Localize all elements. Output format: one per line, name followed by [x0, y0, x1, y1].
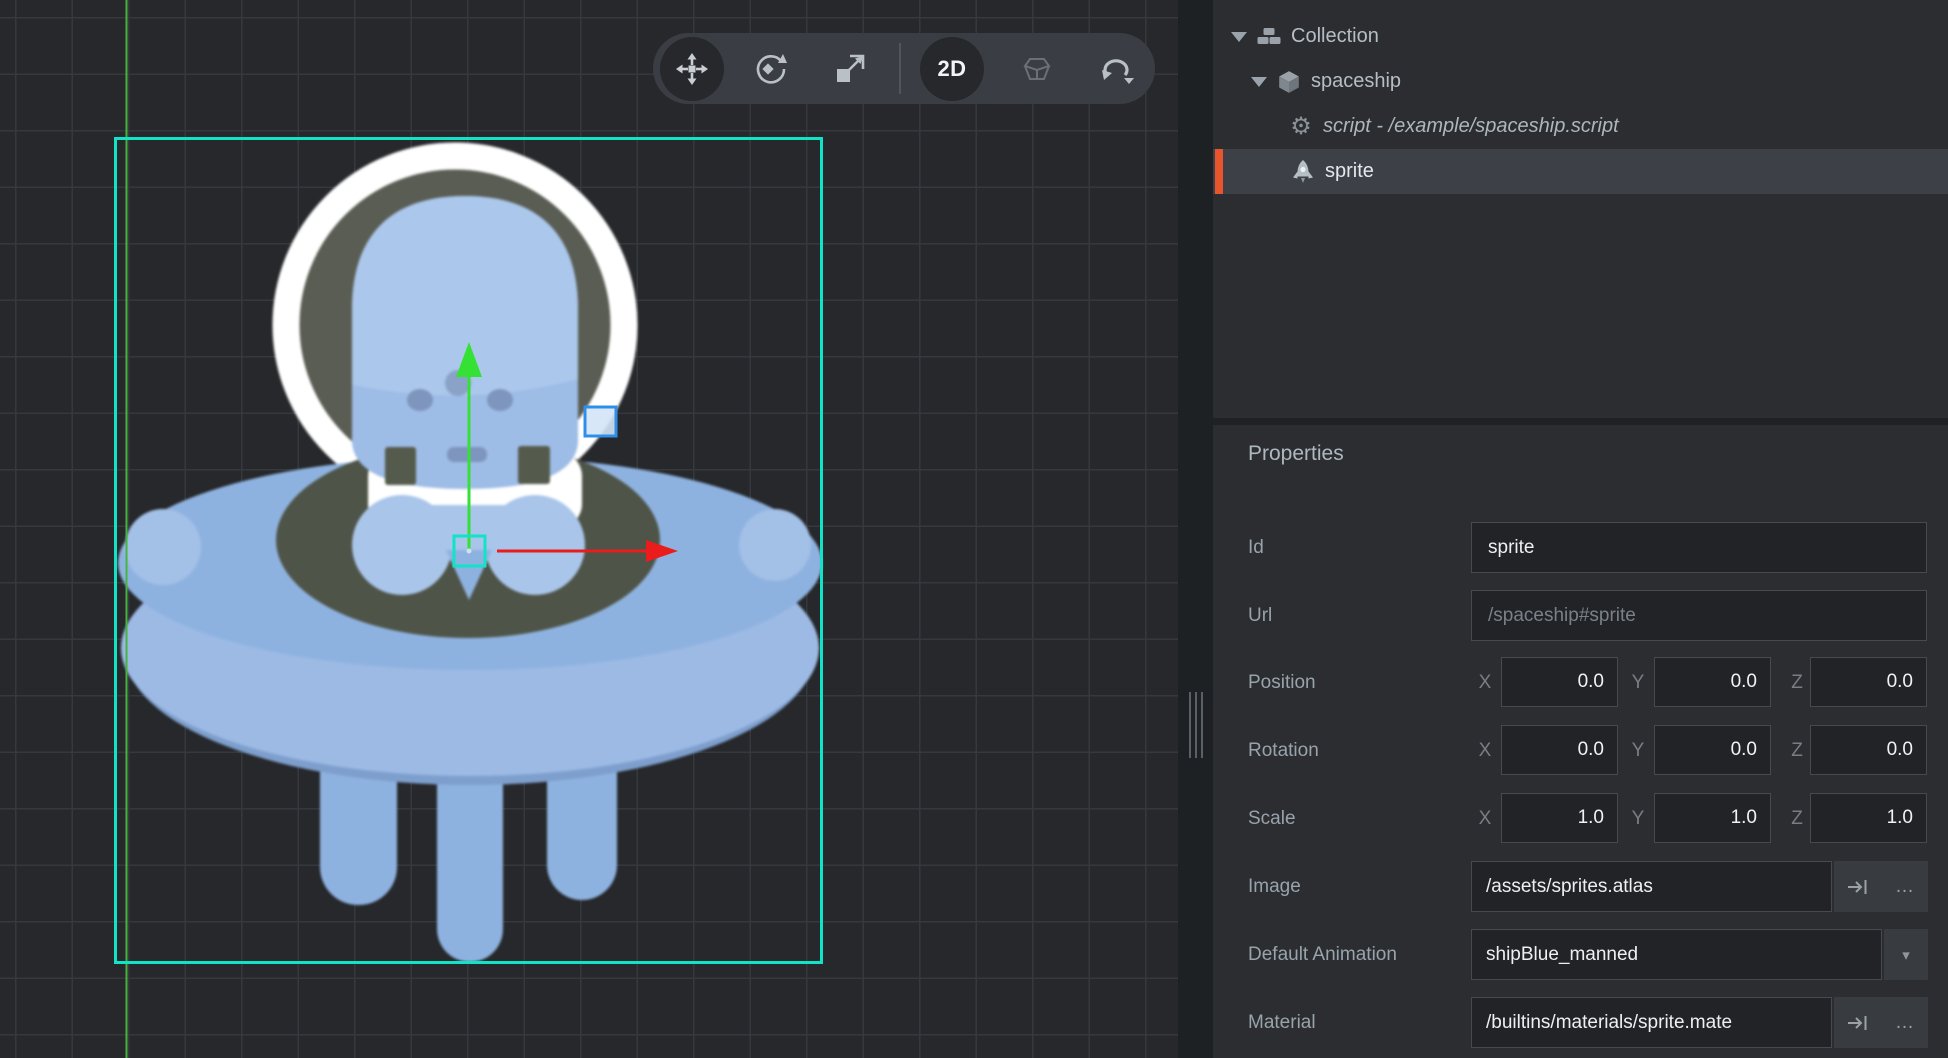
splitter-grip-icon	[1189, 692, 1203, 758]
axis-z-label: Z	[1791, 740, 1803, 762]
url-input[interactable]	[1471, 590, 1927, 641]
property-row-image: Image /assets/sprites.atlas …	[1213, 861, 1948, 912]
position-x-input[interactable]	[1501, 657, 1618, 707]
axis-y-label: Y	[1632, 740, 1645, 762]
2d-mode-label: 2D	[937, 56, 966, 82]
outline-panel: Collection spaceship ⚙ script - /example…	[1213, 0, 1948, 418]
rotation-x-input[interactable]	[1501, 725, 1618, 775]
scale-z-input[interactable]	[1810, 793, 1927, 843]
toolbar-divider	[899, 43, 901, 94]
default-animation-dropdown[interactable]: shipBlue_manned	[1471, 929, 1882, 980]
material-resource-buttons: …	[1834, 997, 1928, 1048]
move-tool-icon	[675, 52, 709, 86]
outline-item-label: spaceship	[1311, 70, 1401, 93]
image-resource-field[interactable]: /assets/sprites.atlas	[1471, 861, 1832, 912]
properties-header: Properties	[1248, 442, 1344, 466]
rotation-z-input[interactable]	[1810, 725, 1927, 775]
scene-toolbar: 2D	[653, 33, 1155, 104]
property-row-default-animation: Default Animation shipBlue_manned ▾	[1213, 929, 1948, 980]
image-label: Image	[1248, 876, 1301, 898]
camera-rotate-button[interactable]	[1085, 37, 1149, 101]
rotate-tool-icon	[754, 52, 788, 86]
property-row-material: Material /builtins/materials/sprite.mate…	[1213, 997, 1948, 1048]
game-object-cube-icon	[1277, 70, 1301, 94]
frustum-icon	[1021, 53, 1053, 85]
scale-label: Scale	[1248, 808, 1296, 830]
property-row-rotation: Rotation X Y Z	[1213, 725, 1948, 776]
outline-item-sprite[interactable]: sprite	[1213, 149, 1948, 194]
saucer-bump-right	[739, 509, 811, 581]
helmet-mount-left	[385, 447, 416, 485]
property-row-scale: Scale X Y Z	[1213, 793, 1948, 844]
properties-panel: Properties Id Url Position X Y Z	[1213, 425, 1948, 1058]
alien-eye-left	[407, 389, 433, 411]
defold-editor-window: 2D	[0, 0, 1948, 1058]
scale-y-input[interactable]	[1654, 793, 1771, 843]
collection-icon	[1257, 25, 1281, 49]
rotation-label: Rotation	[1248, 740, 1319, 762]
axis-y-label: Y	[1632, 808, 1645, 830]
outline-item-label: sprite	[1325, 160, 1374, 183]
position-y-input[interactable]	[1654, 657, 1771, 707]
right-panel: Collection spaceship ⚙ script - /example…	[1213, 0, 1948, 1058]
helmet-mount-right	[518, 446, 550, 484]
browse-resource-button[interactable]: …	[1881, 997, 1928, 1048]
open-resource-icon	[1847, 879, 1869, 895]
frustum-culling-button[interactable]	[1005, 37, 1069, 101]
property-row-url: Url	[1213, 590, 1948, 641]
move-tool-button[interactable]	[660, 37, 724, 101]
axis-x-label: X	[1479, 740, 1492, 762]
2d-mode-button[interactable]: 2D	[920, 37, 984, 101]
alien-mouth	[447, 447, 487, 462]
camera-rotate-icon	[1099, 51, 1135, 87]
position-label: Position	[1248, 672, 1316, 694]
scene-viewport[interactable]: 2D	[0, 0, 1178, 1058]
axis-x-label: X	[1479, 672, 1492, 694]
axis-z-label: Z	[1791, 672, 1803, 694]
expand-triangle-icon[interactable]	[1251, 77, 1267, 87]
url-label: Url	[1248, 605, 1272, 627]
spaceship-sprite[interactable]	[118, 156, 822, 962]
dropdown-arrow-icon[interactable]: ▾	[1884, 929, 1928, 980]
outline-item-label: Collection	[1291, 25, 1379, 48]
position-z-input[interactable]	[1810, 657, 1927, 707]
default-animation-label: Default Animation	[1248, 944, 1397, 966]
scene-canvas	[0, 0, 1178, 1058]
property-row-position: Position X Y Z	[1213, 657, 1948, 708]
panel-splitter[interactable]	[1178, 0, 1213, 1058]
id-input[interactable]	[1471, 522, 1927, 573]
image-resource-buttons: …	[1834, 861, 1928, 912]
browse-resource-button[interactable]: …	[1881, 861, 1928, 912]
outline-item-spaceship[interactable]: spaceship	[1213, 59, 1948, 104]
scale-tool-button[interactable]	[818, 37, 882, 101]
scale-tool-icon	[833, 52, 867, 86]
axis-z-label: Z	[1791, 808, 1803, 830]
expand-triangle-icon[interactable]	[1231, 32, 1247, 42]
id-label: Id	[1248, 537, 1264, 559]
material-resource-field[interactable]: /builtins/materials/sprite.mate	[1471, 997, 1832, 1048]
material-label: Material	[1248, 1012, 1316, 1034]
scale-x-input[interactable]	[1501, 793, 1618, 843]
outline-properties-divider[interactable]	[1213, 418, 1948, 425]
rotate-tool-button[interactable]	[739, 37, 803, 101]
open-resource-button[interactable]	[1834, 861, 1881, 912]
property-row-id: Id	[1213, 522, 1948, 573]
axis-y-label: Y	[1632, 672, 1645, 694]
alien-eye-right	[487, 389, 513, 411]
saucer-bump-left	[125, 509, 201, 585]
alien-arm-right	[485, 495, 585, 595]
sprite-rocket-icon	[1291, 160, 1315, 184]
outline-item-label: script - /example/spaceship.script	[1323, 115, 1619, 138]
script-gear-icon: ⚙	[1289, 115, 1313, 139]
open-resource-icon	[1847, 1015, 1869, 1031]
scale-handle-square[interactable]	[585, 407, 616, 436]
outline-item-collection[interactable]: Collection	[1213, 14, 1948, 59]
alien-arm-left	[352, 495, 452, 595]
open-resource-button[interactable]	[1834, 997, 1881, 1048]
rotation-y-input[interactable]	[1654, 725, 1771, 775]
outline-item-script[interactable]: ⚙ script - /example/spaceship.script	[1213, 104, 1948, 149]
pivot-dot	[467, 549, 472, 554]
axis-x-label: X	[1479, 808, 1492, 830]
